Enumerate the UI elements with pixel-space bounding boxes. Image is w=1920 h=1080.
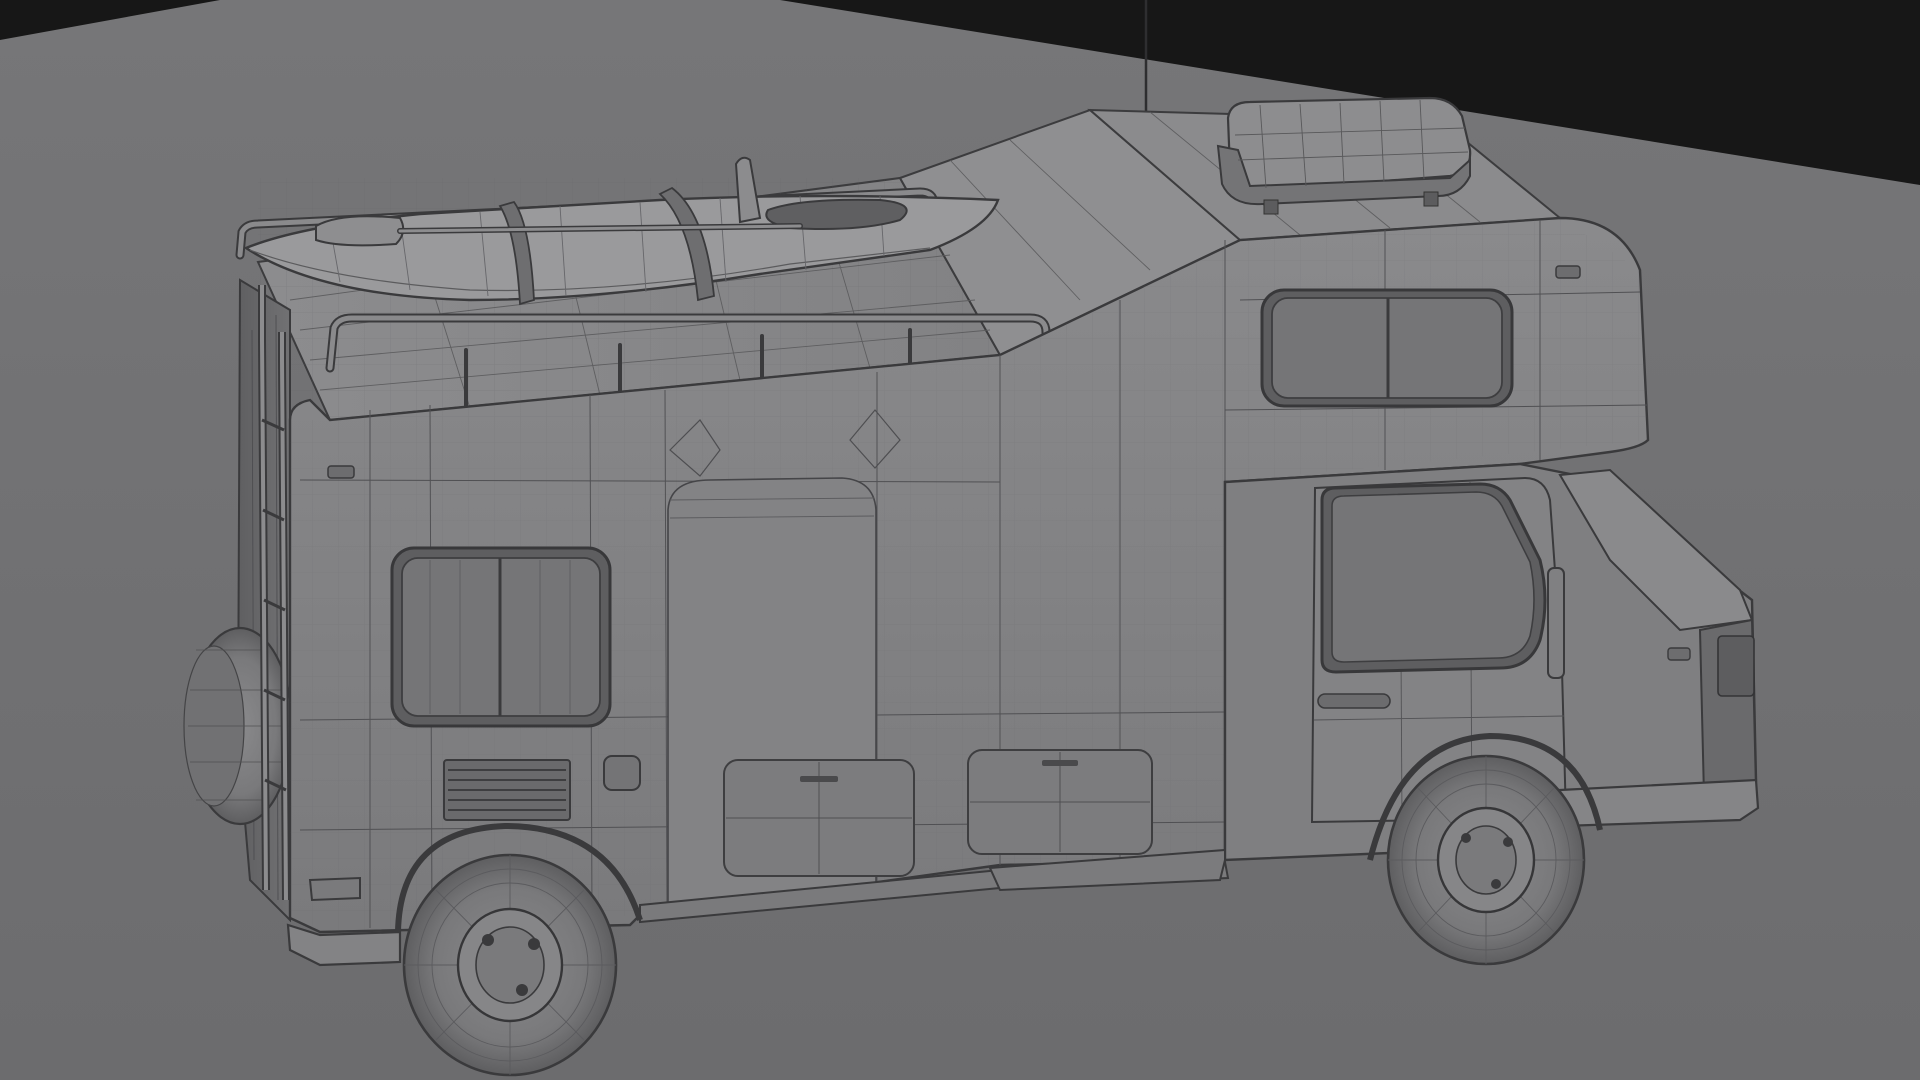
hatch-handle [800, 776, 838, 782]
headlight [1717, 635, 1755, 697]
fuel-cap [603, 755, 641, 791]
door-handle [1317, 693, 1391, 709]
hatch-handle [1042, 760, 1078, 766]
side-mirror [1547, 567, 1565, 679]
front-wheel [1386, 754, 1586, 966]
rear-wheel [402, 853, 618, 1077]
side-marker [1667, 647, 1691, 661]
alcove-window [1260, 288, 1514, 408]
storage-hatch-left [723, 759, 915, 877]
marker-light [1555, 265, 1581, 279]
side-window [390, 546, 612, 728]
spare-tire [183, 626, 294, 826]
roof-box [1216, 96, 1472, 215]
render-viewport [0, 0, 1920, 1080]
vent-grille [443, 759, 571, 821]
marker-light [327, 465, 355, 479]
camper-van-render [0, 0, 1920, 1080]
storage-hatch-right [967, 749, 1153, 855]
